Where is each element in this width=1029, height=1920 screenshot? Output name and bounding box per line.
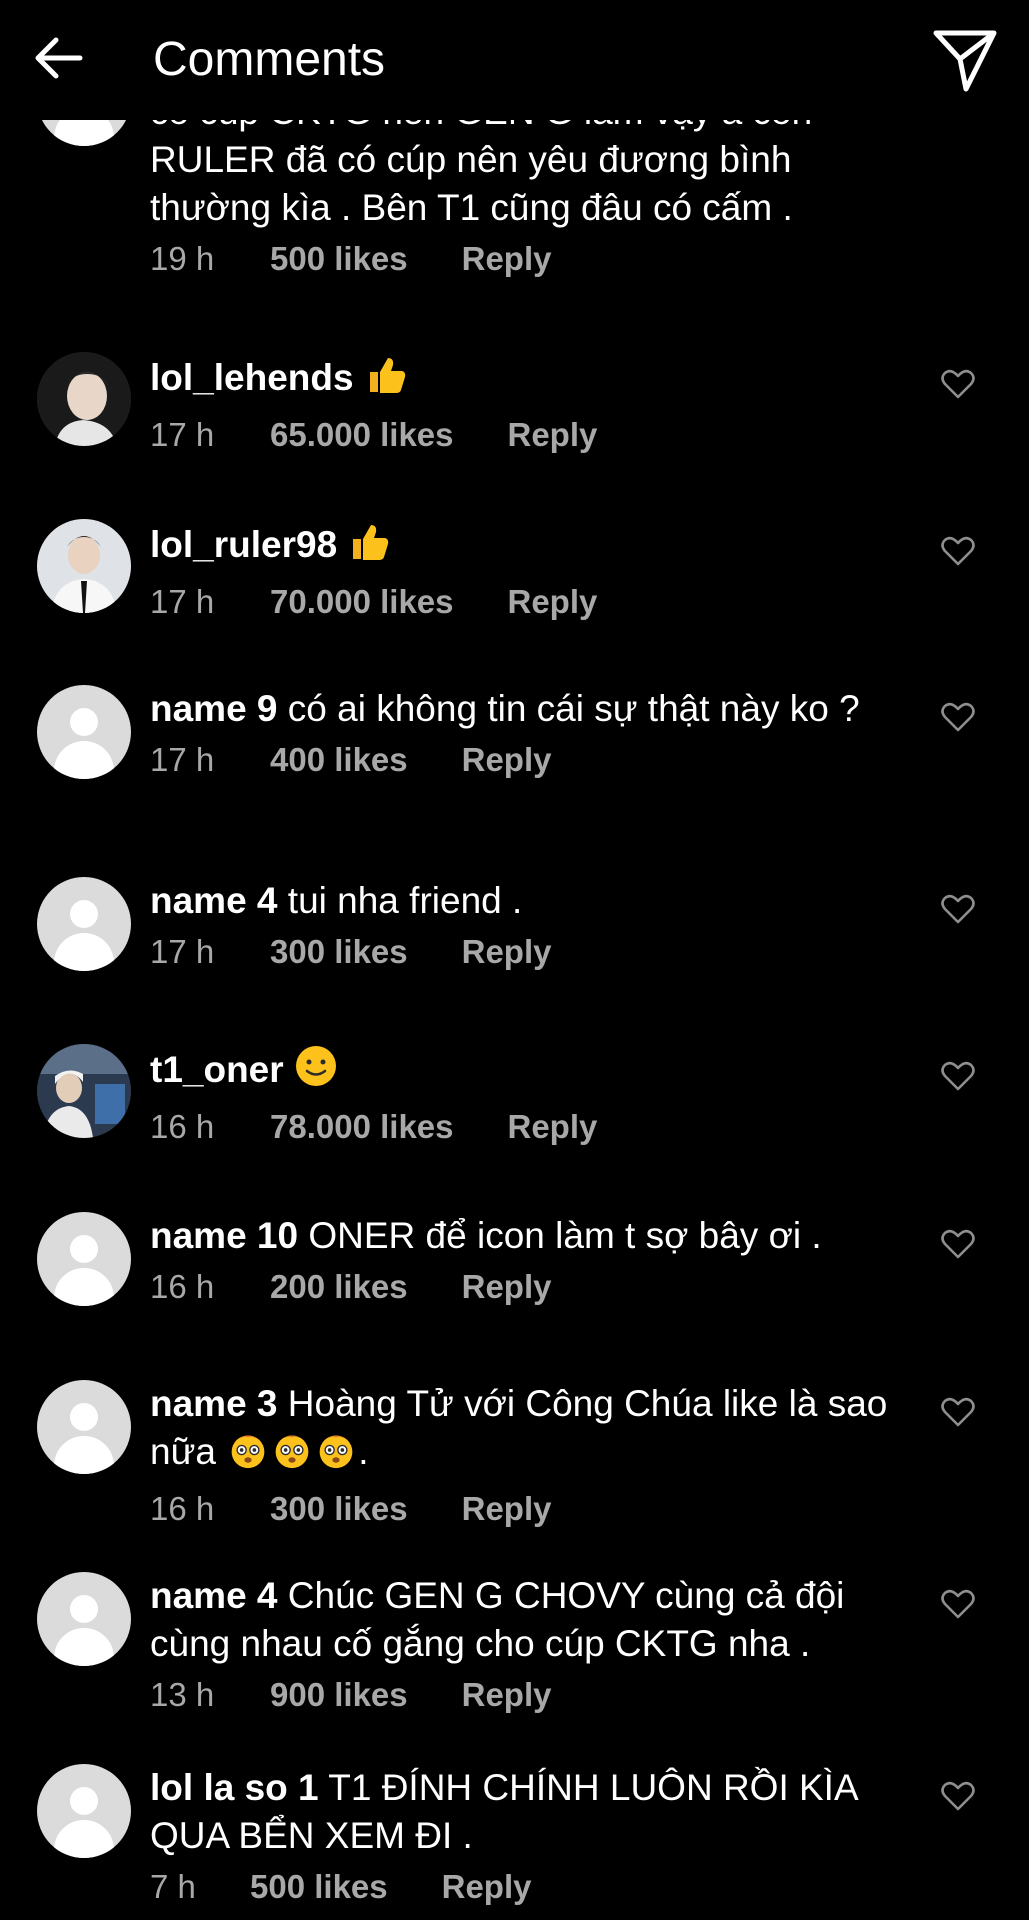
reply-button[interactable]: Reply: [462, 739, 552, 781]
username[interactable]: name 10: [150, 1215, 298, 1256]
likes-count[interactable]: 78.000 likes: [270, 1106, 454, 1148]
comment-time: 13 h: [150, 1676, 215, 1713]
reply-button[interactable]: Reply: [462, 238, 552, 280]
top-bar: Comments: [0, 0, 1029, 120]
avatar[interactable]: [37, 1044, 131, 1138]
avatar[interactable]: [37, 1572, 131, 1666]
comment-text: name 10 ONER để icon làm t sợ bây ơi .: [150, 1212, 890, 1260]
heart-outline-icon[interactable]: [941, 535, 975, 567]
page-title: Comments: [153, 33, 386, 86]
reply-button[interactable]: Reply: [508, 581, 598, 623]
comment-meta: 17 h 300 likes Reply: [150, 931, 890, 973]
heart-outline-icon[interactable]: [941, 368, 975, 400]
username[interactable]: lol la so 1: [150, 1767, 319, 1808]
username[interactable]: lol_ruler98: [150, 524, 337, 565]
avatar[interactable]: [37, 1764, 131, 1858]
comment-meta: 19 h 500 likes Reply: [150, 238, 890, 280]
comment-time: 16 h: [150, 1490, 215, 1527]
username[interactable]: t1_oner: [150, 1049, 284, 1090]
heart-outline-icon[interactable]: [941, 1228, 975, 1260]
likes-count[interactable]: 300 likes: [270, 931, 408, 973]
likes-count[interactable]: 500 likes: [270, 238, 408, 280]
comment-text: name 4 Chúc GEN G CHOVY cùng cả đội cùng…: [150, 1572, 890, 1668]
likes-count[interactable]: 400 likes: [270, 739, 408, 781]
comment-text: name 3 Hoàng Tử với Công Chúa like là sa…: [150, 1380, 890, 1482]
likes-count[interactable]: 200 likes: [270, 1266, 408, 1308]
reply-button[interactable]: Reply: [462, 1674, 552, 1716]
comment-text: lol_ruler98: [150, 519, 890, 575]
comment-time: 7 h: [150, 1868, 196, 1905]
avatar[interactable]: [37, 1380, 131, 1474]
likes-count[interactable]: 500 likes: [250, 1866, 388, 1908]
flushed-face-icon: [270, 1430, 314, 1482]
comment-meta: 16 h 300 likes Reply: [150, 1488, 890, 1530]
avatar[interactable]: [37, 519, 131, 613]
heart-outline-icon[interactable]: [941, 701, 975, 733]
comment-text: name 4 tui nha friend .: [150, 877, 890, 925]
slight-smile-icon: [294, 1044, 338, 1100]
reply-button[interactable]: Reply: [508, 1106, 598, 1148]
thumbs-up-icon: [364, 352, 408, 408]
comment-text: lol_lehends: [150, 352, 890, 408]
comment-text: name 9 có ai không tin cái sự thật này k…: [150, 685, 890, 733]
heart-outline-icon[interactable]: [941, 1396, 975, 1428]
flushed-face-icon: [226, 1430, 270, 1482]
reply-button[interactable]: Reply: [462, 1266, 552, 1308]
comment-text: t1_oner: [150, 1044, 890, 1100]
username[interactable]: name 4: [150, 880, 278, 921]
comment-meta: 16 h 200 likes Reply: [150, 1266, 890, 1308]
username[interactable]: name 3: [150, 1383, 278, 1424]
likes-count[interactable]: 70.000 likes: [270, 581, 454, 623]
heart-outline-icon[interactable]: [941, 1060, 975, 1092]
reply-button[interactable]: Reply: [462, 1488, 552, 1530]
username[interactable]: lol_lehends: [150, 357, 354, 398]
comment-time: 19 h: [150, 240, 215, 277]
comment-time: 16 h: [150, 1108, 215, 1145]
comment-time: 17 h: [150, 741, 215, 778]
flushed-face-icon: [314, 1430, 358, 1482]
comment-time: 17 h: [150, 583, 215, 620]
comment-body: tui nha friend .: [287, 880, 523, 921]
likes-count[interactable]: 900 likes: [270, 1674, 408, 1716]
likes-count[interactable]: 65.000 likes: [270, 414, 454, 456]
comment-time: 17 h: [150, 416, 215, 453]
avatar[interactable]: [37, 877, 131, 971]
comment-meta: 17 h 65.000 likes Reply: [150, 414, 890, 456]
comments-list[interactable]: có cúp CKTG nên GEN G làm vậy à còn RULE…: [0, 0, 1029, 1920]
avatar[interactable]: [37, 685, 131, 779]
comment-body-end: .: [358, 1431, 369, 1472]
heart-outline-icon[interactable]: [941, 1780, 975, 1812]
comment-meta: 13 h 900 likes Reply: [150, 1674, 890, 1716]
paper-plane-icon[interactable]: [930, 25, 1000, 95]
heart-outline-icon[interactable]: [941, 1588, 975, 1620]
comment-time: 17 h: [150, 933, 215, 970]
arrow-left-icon[interactable]: [30, 28, 90, 88]
username[interactable]: name 4: [150, 1575, 278, 1616]
comment-meta: 7 h 500 likes Reply: [150, 1866, 890, 1908]
thumbs-up-icon: [347, 519, 391, 575]
comment-meta: 16 h 78.000 likes Reply: [150, 1106, 890, 1148]
comment-time: 16 h: [150, 1268, 215, 1305]
reply-button[interactable]: Reply: [442, 1866, 532, 1908]
avatar[interactable]: [37, 352, 131, 446]
username[interactable]: name 9: [150, 688, 278, 729]
reply-button[interactable]: Reply: [462, 931, 552, 973]
heart-outline-icon[interactable]: [941, 893, 975, 925]
comment-body: có ai không tin cái sự thật này ko ?: [287, 688, 860, 729]
comment-text: lol la so 1 T1 ĐÍNH CHÍNH LUÔN RỒI KÌA Q…: [150, 1764, 890, 1860]
comment-body: ONER để icon làm t sợ bây ơi .: [308, 1215, 822, 1256]
reply-button[interactable]: Reply: [508, 414, 598, 456]
avatar[interactable]: [37, 1212, 131, 1306]
comment-meta: 17 h 70.000 likes Reply: [150, 581, 890, 623]
likes-count[interactable]: 300 likes: [270, 1488, 408, 1530]
comment-meta: 17 h 400 likes Reply: [150, 739, 890, 781]
